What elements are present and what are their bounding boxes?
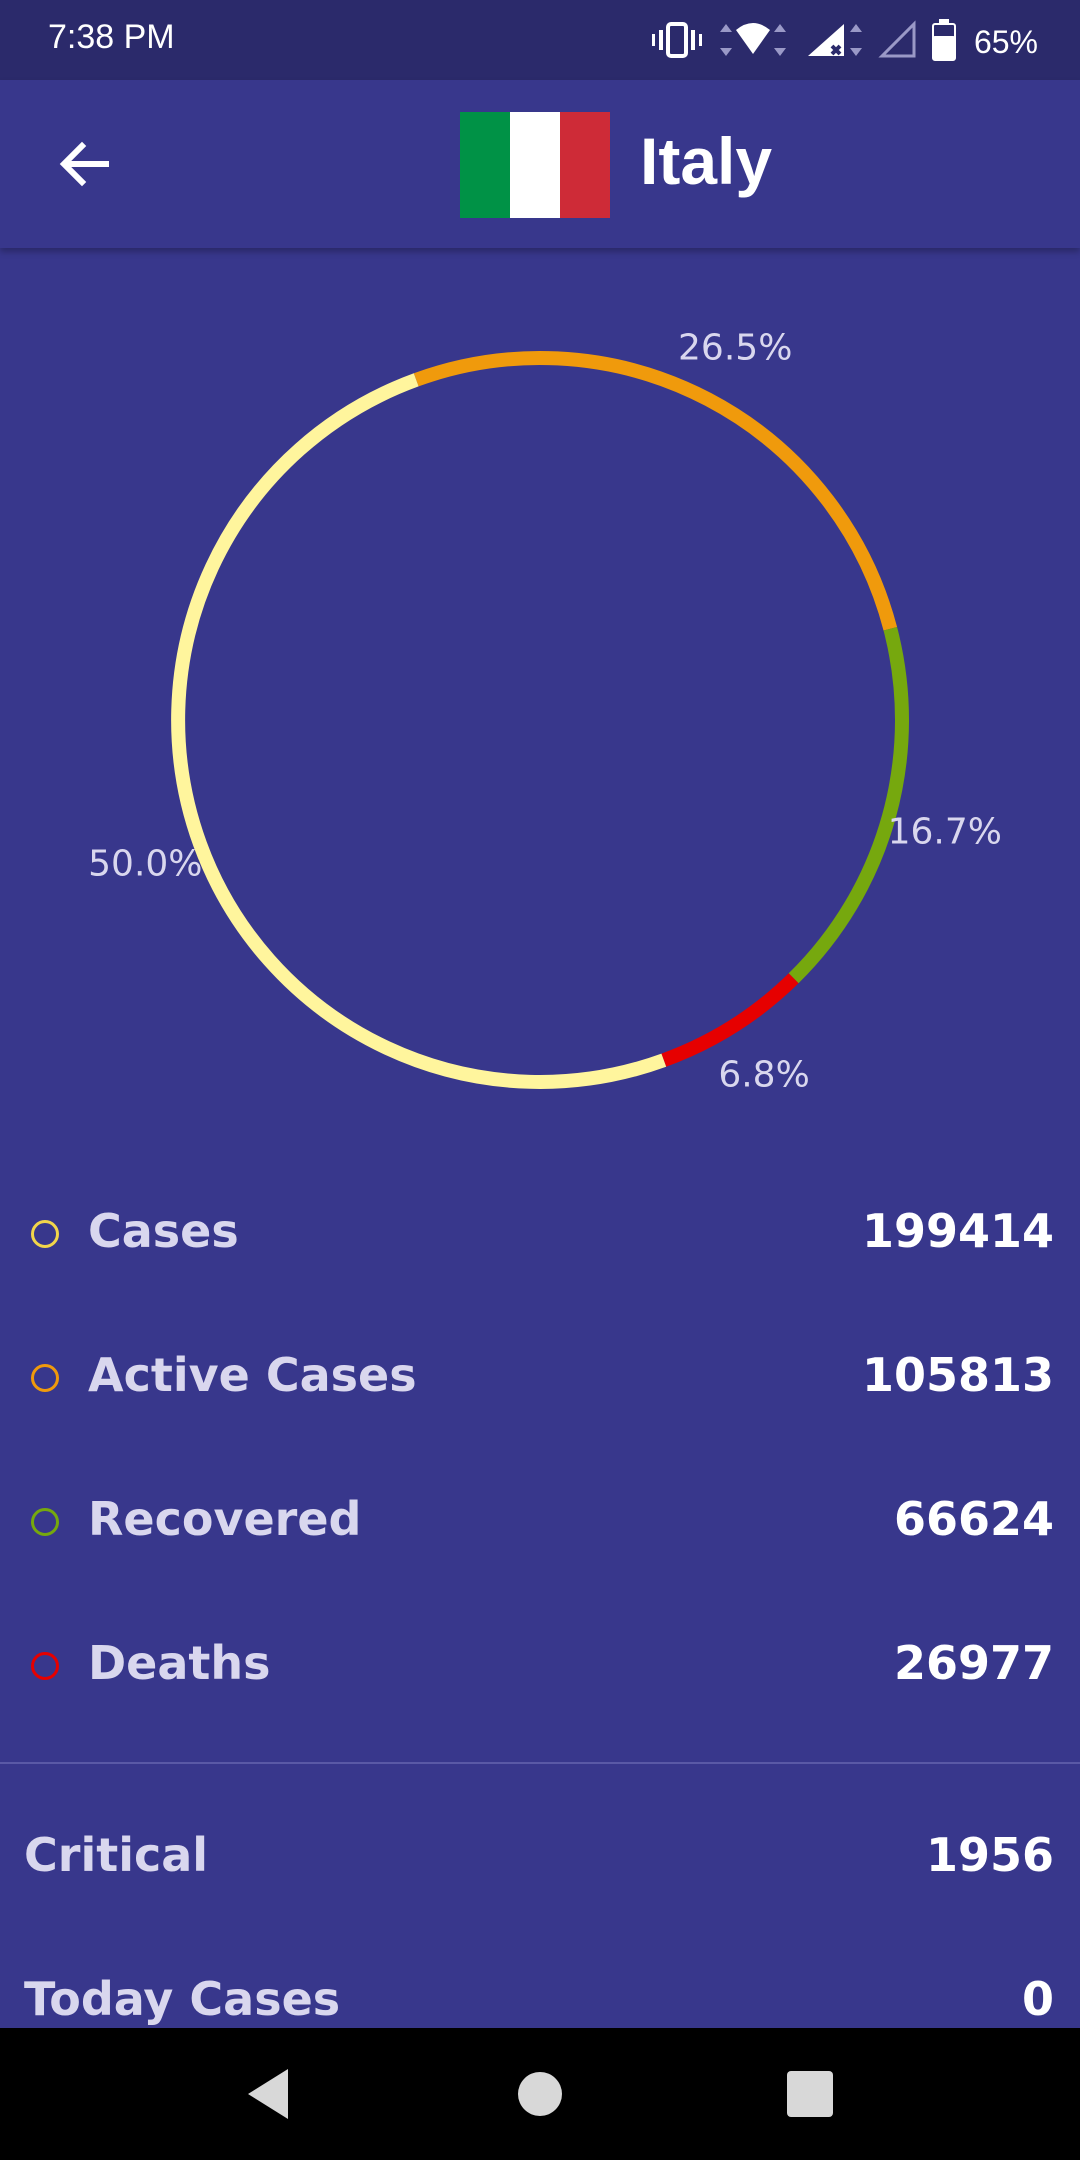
flag-icon (460, 112, 610, 218)
nav-recents-icon (787, 2071, 833, 2117)
donut-label-deaths: 6.8% (718, 1054, 810, 1096)
donut-label-cases: 50.0% (88, 843, 203, 885)
battery-icon (931, 19, 956, 65)
donut-label-recovered: 16.7% (887, 811, 1002, 853)
nav-recents-button[interactable] (774, 2058, 846, 2130)
donut-slice-cases (171, 373, 667, 1089)
recovered-legend-icon (31, 1508, 59, 1536)
donut-slice-recovered (788, 626, 909, 984)
app-bar: Italy (0, 80, 1080, 248)
status-icons: 65% (651, 14, 1038, 70)
donut-label-active-cases: 26.5% (678, 327, 793, 369)
donut-slice-active-cases (413, 351, 898, 631)
arrow-left-icon (59, 141, 109, 187)
wifi-icon (716, 20, 790, 64)
donut-chart (171, 351, 909, 1089)
today-cases-value: 0 (1021, 1972, 1054, 2026)
stat-label-cases: Cases (88, 1204, 239, 1258)
stat-label-recovered: Recovered (88, 1492, 362, 1546)
system-nav-bar (0, 2028, 1080, 2160)
no-signal-icon (878, 20, 918, 64)
stat-value-cases: 199414 (861, 1204, 1054, 1258)
status-time: 7:38 PM (48, 18, 175, 56)
active-cases-legend-icon (31, 1364, 59, 1392)
stat-value-active-cases: 105813 (861, 1348, 1054, 1402)
country-detail-screen: 7:38 PM 65% Italy 26.5% 16.7% 6.8% 50.0%… (0, 0, 1080, 2160)
section-divider (0, 1762, 1080, 1764)
stat-value-deaths: 26977 (893, 1636, 1054, 1690)
today-cases-label: Today Cases (24, 1972, 341, 2026)
deaths-legend-icon (31, 1652, 59, 1680)
distribution-chart: 26.5% 16.7% 6.8% 50.0% (0, 248, 1080, 1128)
stat-row-cases: Cases 199414 (0, 1186, 1080, 1286)
nav-home-icon (518, 2072, 562, 2116)
donut-slice-deaths (661, 973, 799, 1067)
nav-home-button[interactable] (504, 2058, 576, 2130)
stat-label-active-cases: Active Cases (88, 1348, 417, 1402)
flag-red-stripe (560, 112, 610, 218)
stat-label-deaths: Deaths (88, 1636, 271, 1690)
back-button[interactable] (44, 124, 124, 204)
critical-value: 1956 (925, 1828, 1054, 1882)
cases-legend-icon (31, 1220, 59, 1248)
vibrate-icon (651, 20, 702, 64)
flag-green-stripe (460, 112, 510, 218)
nav-back-icon (248, 2069, 288, 2119)
status-bar: 7:38 PM 65% (0, 0, 1080, 80)
nav-back-button[interactable] (232, 2058, 304, 2130)
stat-value-recovered: 66624 (893, 1492, 1054, 1546)
stat-row-recovered: Recovered 66624 (0, 1474, 1080, 1574)
country-title: Italy (640, 124, 773, 198)
critical-label: Critical (24, 1828, 209, 1882)
cell-signal-icon (804, 20, 864, 64)
stat-row-deaths: Deaths 26977 (0, 1618, 1080, 1718)
flag-white-stripe (510, 112, 560, 218)
battery-percent: 65% (973, 23, 1038, 60)
stat-row-active-cases: Active Cases 105813 (0, 1330, 1080, 1430)
